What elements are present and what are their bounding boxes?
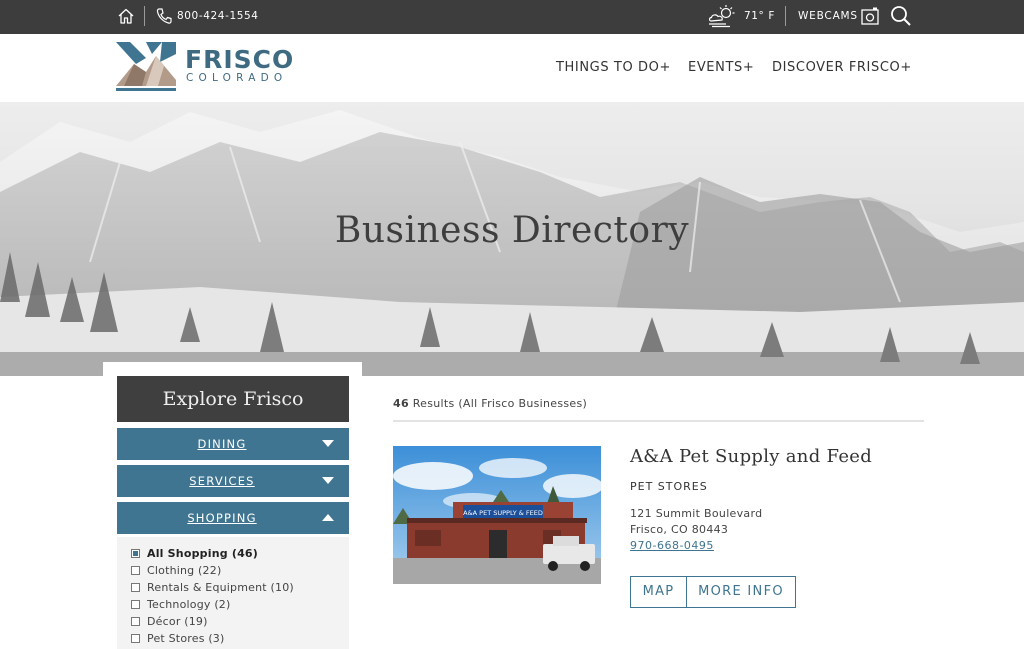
map-button[interactable]: MAP [630, 576, 687, 608]
utility-bar: 800-424-1554 71° F WEBCAMS [0, 0, 1024, 34]
category-dining-toggle[interactable]: DINING [117, 428, 349, 460]
page-title: Business Directory [334, 210, 690, 251]
nav-events[interactable]: EVENTS+ [688, 60, 754, 75]
business-address-line2: Frisco, CO 80443 [630, 523, 729, 536]
results-summary: 46 Results (All Frisco Businesses) [393, 397, 587, 410]
phone-number-link[interactable]: 800-424-1554 [177, 10, 259, 22]
category-shopping-toggle[interactable]: SHOPPING [117, 502, 349, 534]
divider [785, 6, 786, 26]
checkbox[interactable] [131, 566, 140, 575]
checkbox[interactable] [131, 549, 140, 558]
checkbox[interactable] [131, 617, 140, 626]
hero-banner: Business Directory [0, 102, 1024, 376]
category-services-toggle[interactable]: SERVICES [117, 465, 349, 497]
results-divider [393, 420, 924, 422]
category-label: SHOPPING [187, 511, 257, 525]
weather-icon [708, 5, 735, 28]
filter-rentals-equipment[interactable]: Rentals & Equipment (10) [131, 580, 294, 595]
sidebar-heading: Explore Frisco [117, 376, 349, 422]
filter-decor[interactable]: Décor (19) [131, 614, 208, 629]
nav-things-to-do[interactable]: THINGS TO DO+ [556, 60, 671, 75]
results-description: Results (All Frisco Businesses) [412, 397, 588, 410]
logo-mountain-icon[interactable] [116, 42, 176, 94]
filter-label: Clothing (22) [147, 564, 222, 577]
search-icon[interactable] [889, 4, 913, 28]
business-photo[interactable]: A&A PET SUPPLY & FEED [393, 446, 601, 584]
divider [144, 6, 145, 26]
filter-label: Pet Stores (3) [147, 632, 225, 645]
business-address-line1: 121 Summit Boulevard [630, 507, 763, 520]
filter-pet-stores[interactable]: Pet Stores (3) [131, 631, 225, 646]
caret-down-icon [322, 440, 334, 447]
more-info-button[interactable]: MORE INFO [686, 576, 796, 608]
temperature: 71° F [744, 10, 775, 22]
home-icon[interactable] [117, 7, 135, 25]
results-count: 46 [393, 397, 409, 410]
phone-icon[interactable] [155, 7, 173, 25]
checkbox[interactable] [131, 583, 140, 592]
filter-technology[interactable]: Technology (2) [131, 597, 231, 612]
checkbox[interactable] [131, 634, 140, 643]
logo-subtitle: COLORADO [186, 72, 288, 84]
business-name[interactable]: A&A Pet Supply and Feed [630, 446, 872, 467]
filter-label: Technology (2) [147, 598, 231, 611]
business-category: PET STORES [630, 480, 708, 493]
logo-wordmark[interactable]: FRISCO [185, 47, 294, 73]
shopping-subcategory-list: All Shopping (46) Clothing (22) Rentals … [117, 537, 349, 649]
filter-label: Décor (19) [147, 615, 208, 628]
caret-down-icon [322, 477, 334, 484]
filter-clothing[interactable]: Clothing (22) [131, 563, 221, 578]
filter-label: All Shopping (46) [147, 547, 259, 560]
nav-discover-frisco[interactable]: DISCOVER FRISCO+ [772, 60, 912, 75]
business-phone-link[interactable]: 970-668-0495 [630, 539, 714, 552]
webcams-link[interactable]: WEBCAMS [798, 10, 858, 22]
category-label: DINING [197, 437, 247, 451]
site-header: FRISCO COLORADO THINGS TO DO+ EVENTS+ DI… [0, 34, 1024, 102]
checkbox[interactable] [131, 600, 140, 609]
caret-up-icon [322, 514, 334, 521]
filter-all-shopping[interactable]: All Shopping (46) [131, 546, 258, 561]
store-sign: A&A PET SUPPLY & FEED [463, 509, 543, 517]
camera-icon[interactable] [860, 6, 880, 26]
filter-label: Rentals & Equipment (10) [147, 581, 294, 594]
category-label: SERVICES [189, 474, 255, 488]
